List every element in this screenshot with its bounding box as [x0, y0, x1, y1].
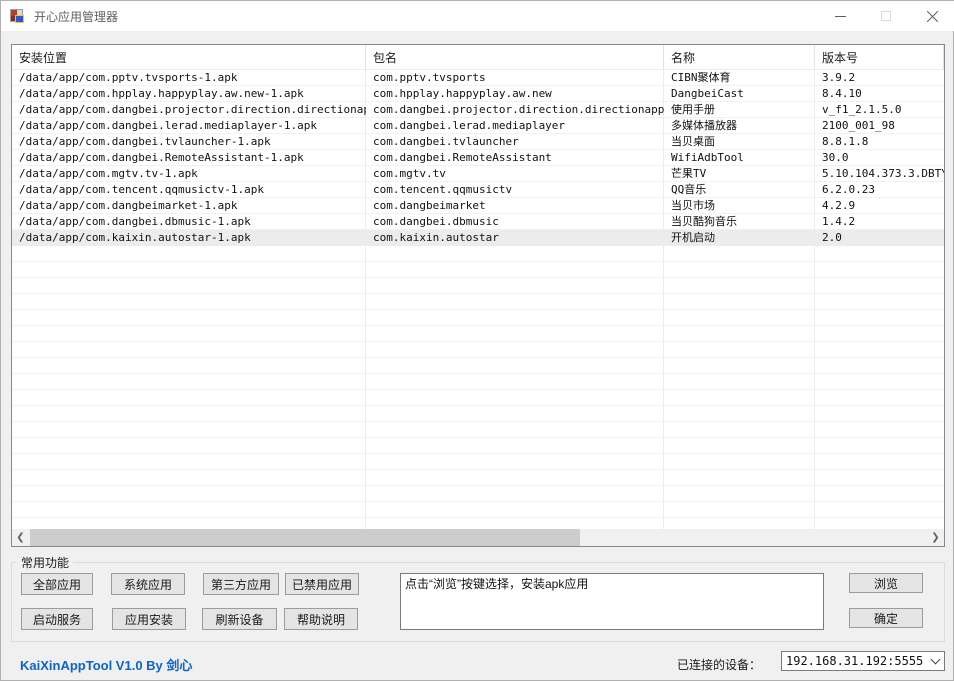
title-bar: 开心应用管理器 — [1, 1, 954, 31]
column-header-name[interactable]: 名称 — [664, 45, 815, 69]
table-cell: com.kaixin.autostar — [366, 230, 664, 246]
table-cell: com.dangbei.lerad.mediaplayer — [366, 118, 664, 134]
table-cell: 当贝酷狗音乐 — [664, 214, 815, 230]
table-cell: 当贝市场 — [664, 198, 815, 214]
table-cell: com.mgtv.tv — [366, 166, 664, 182]
table-cell: com.dangbei.dbmusic — [366, 214, 664, 230]
table-cell: com.dangbei.tvlauncher — [366, 134, 664, 150]
table-cell: /data/app/com.tencent.qqmusictv-1.apk — [12, 182, 366, 198]
table-cell: WifiAdbTool — [664, 150, 815, 166]
table-row[interactable]: /data/app/com.dangbei.tvlauncher-1.apkco… — [12, 134, 944, 150]
table-cell: 3.9.2 — [815, 70, 944, 86]
table-cell: 使用手册 — [664, 102, 815, 118]
disabled-apps-button[interactable]: 已禁用应用 — [285, 573, 359, 595]
column-header-install-path[interactable]: 安装位置 — [12, 45, 366, 69]
table-cell: /data/app/com.dangbei.RemoteAssistant-1.… — [12, 150, 366, 166]
apk-path-textbox[interactable]: 点击“浏览”按键选择，安装apk应用 — [400, 573, 824, 630]
table-row[interactable]: /data/app/com.hpplay.happyplay.aw.new-1.… — [12, 86, 944, 102]
table-cell: 6.2.0.23 — [815, 182, 944, 198]
system-apps-button[interactable]: 系统应用 — [111, 573, 185, 595]
table-row[interactable]: /data/app/com.dangbei.dbmusic-1.apkcom.d… — [12, 214, 944, 230]
refresh-device-button[interactable]: 刷新设备 — [202, 608, 277, 630]
table-cell: 多媒体播放器 — [664, 118, 815, 134]
table-row[interactable]: /data/app/com.kaixin.autostar-1.apkcom.k… — [12, 230, 944, 246]
table-cell: com.dangbeimarket — [366, 198, 664, 214]
table-row[interactable]: /data/app/com.dangbei.lerad.mediaplayer-… — [12, 118, 944, 134]
table-row[interactable]: /data/app/com.dangbei.RemoteAssistant-1.… — [12, 150, 944, 166]
column-header-version[interactable]: 版本号 — [815, 45, 944, 69]
table-cell: DangbeiCast — [664, 86, 815, 102]
table-cell: com.dangbei.projector.direction.directio… — [366, 102, 664, 118]
table-cell: /data/app/com.pptv.tvsports-1.apk — [12, 70, 366, 86]
ok-button[interactable]: 确定 — [849, 608, 923, 628]
table-cell: com.dangbei.RemoteAssistant — [366, 150, 664, 166]
table-row[interactable]: /data/app/com.pptv.tvsports-1.apkcom.ppt… — [12, 70, 944, 86]
app-version-text: KaiXinAppTool V1.0 By 剑心 — [20, 655, 192, 674]
minimize-icon[interactable] — [817, 1, 863, 31]
column-header-package[interactable]: 包名 — [366, 45, 664, 69]
table-cell: /data/app/com.dangbei.tvlauncher-1.apk — [12, 134, 366, 150]
scrollbar-thumb[interactable] — [30, 529, 580, 546]
list-header: 安装位置 包名 名称 版本号 — [12, 45, 944, 70]
table-cell: /data/app/com.dangbeimarket-1.apk — [12, 198, 366, 214]
chevron-down-icon — [926, 652, 944, 670]
table-cell: com.pptv.tvsports — [366, 70, 664, 86]
browse-button[interactable]: 浏览 — [849, 573, 923, 593]
table-cell: /data/app/com.dangbei.lerad.mediaplayer-… — [12, 118, 366, 134]
close-icon[interactable] — [909, 1, 954, 31]
app-icon — [10, 8, 26, 24]
table-cell: CIBN聚体育 — [664, 70, 815, 86]
table-cell: /data/app/com.dangbei.projector.directio… — [12, 102, 366, 118]
table-cell: 1.4.2 — [815, 214, 944, 230]
table-row[interactable]: /data/app/com.tencent.qqmusictv-1.apkcom… — [12, 182, 944, 198]
table-cell: /data/app/com.kaixin.autostar-1.apk — [12, 230, 366, 246]
horizontal-scrollbar[interactable]: ❮ ❯ — [12, 529, 944, 546]
table-cell: 5.10.104.373.3.DBTY_1 — [815, 166, 944, 182]
app-window: { "window": { "title": "开心应用管理器" }, "tab… — [0, 0, 954, 681]
table-cell: com.tencent.qqmusictv — [366, 182, 664, 198]
table-cell: 芒果TV — [664, 166, 815, 182]
groupbox-label: 常用功能 — [17, 554, 73, 571]
window-controls — [817, 1, 954, 31]
third-party-apps-button[interactable]: 第三方应用 — [203, 573, 279, 595]
scroll-right-icon[interactable]: ❯ — [927, 529, 944, 546]
table-row[interactable]: /data/app/com.mgtv.tv-1.apkcom.mgtv.tv芒果… — [12, 166, 944, 182]
device-address: 192.168.31.192:5555 — [782, 654, 926, 668]
app-list: 安装位置 包名 名称 版本号 /data/app/com.pptv.tvspor… — [11, 44, 945, 547]
table-cell: 4.2.9 — [815, 198, 944, 214]
table-cell: 2100_001_98 — [815, 118, 944, 134]
all-apps-button[interactable]: 全部应用 — [21, 573, 93, 595]
help-button[interactable]: 帮助说明 — [284, 608, 358, 630]
table-cell: 30.0 — [815, 150, 944, 166]
table-cell: 当贝桌面 — [664, 134, 815, 150]
maximize-icon[interactable] — [863, 1, 909, 31]
table-row[interactable]: /data/app/com.dangbei.projector.directio… — [12, 102, 944, 118]
table-cell: 8.8.1.8 — [815, 134, 944, 150]
window-title: 开心应用管理器 — [34, 8, 118, 25]
install-app-button[interactable]: 应用安装 — [112, 608, 186, 630]
table-cell: 开机启动 — [664, 230, 815, 246]
table-cell: 8.4.10 — [815, 86, 944, 102]
table-row[interactable]: /data/app/com.dangbeimarket-1.apkcom.dan… — [12, 198, 944, 214]
start-service-button[interactable]: 启动服务 — [21, 608, 93, 630]
list-body: /data/app/com.pptv.tvsports-1.apkcom.ppt… — [12, 70, 944, 529]
table-cell: 2.0 — [815, 230, 944, 246]
table-cell: com.hpplay.happyplay.aw.new — [366, 86, 664, 102]
table-cell: QQ音乐 — [664, 182, 815, 198]
table-cell: /data/app/com.mgtv.tv-1.apk — [12, 166, 366, 182]
scroll-left-icon[interactable]: ❮ — [12, 529, 29, 546]
table-cell: v_f1_2.1.5.0 — [815, 102, 944, 118]
connected-device-label: 已连接的设备： — [677, 656, 761, 673]
table-cell: /data/app/com.dangbei.dbmusic-1.apk — [12, 214, 366, 230]
device-combobox[interactable]: 192.168.31.192:5555 — [781, 651, 945, 671]
table-cell: /data/app/com.hpplay.happyplay.aw.new-1.… — [12, 86, 366, 102]
